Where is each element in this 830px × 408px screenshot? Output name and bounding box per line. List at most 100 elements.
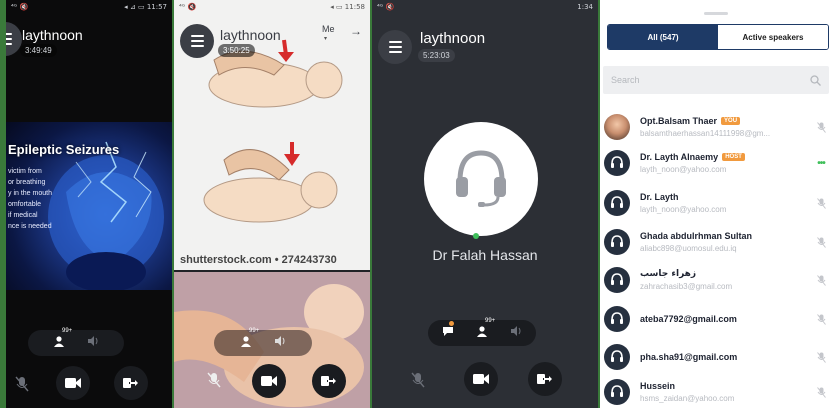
participant-count: 99+ bbox=[249, 328, 260, 334]
speaker-icon[interactable] bbox=[87, 334, 99, 352]
leave-button[interactable] bbox=[528, 362, 562, 396]
headset-icon bbox=[456, 150, 506, 207]
mic-muted-icon[interactable] bbox=[408, 370, 428, 390]
video-button[interactable] bbox=[252, 364, 286, 398]
participant-row[interactable]: Dr. Layth layth_noon@yahoo.com bbox=[602, 185, 830, 221]
watermark: shutterstock.com • 274243730 bbox=[180, 254, 337, 266]
participant-email: balsamthaerhassan14111998@gm... bbox=[640, 129, 771, 138]
participant-name: ateba7792@gmail.com bbox=[640, 314, 737, 324]
drag-handle[interactable] bbox=[704, 12, 728, 15]
leave-button[interactable] bbox=[312, 364, 346, 398]
headset-icon bbox=[611, 196, 623, 208]
avatar bbox=[604, 306, 630, 332]
mic-muted-icon[interactable] bbox=[814, 351, 828, 363]
participant-row[interactable]: ateba7792@gmail.com bbox=[602, 301, 830, 337]
status-bar: ⁴ᴳ 🔇 1:34 bbox=[377, 3, 593, 11]
chat-icon[interactable] bbox=[442, 321, 454, 342]
mic-muted-icon[interactable] bbox=[204, 370, 224, 390]
participant-name: Ghada abdulrhman Sultan bbox=[640, 231, 753, 241]
leave-icon bbox=[321, 376, 337, 386]
screenshot-panel-1: ⁴ᴳ 🔇 ◂ ⊿ ▭ 11:57 laythnoon 3:49:49 Epile… bbox=[6, 0, 172, 408]
people-icon: 99+ bbox=[476, 318, 495, 342]
mic-muted-icon[interactable] bbox=[814, 313, 828, 325]
tab-active-speakers[interactable]: Active speakers bbox=[718, 25, 828, 49]
headset-icon bbox=[611, 156, 623, 168]
speaker-icon[interactable] bbox=[510, 324, 522, 342]
participant-count: 99+ bbox=[62, 328, 73, 334]
participant-row[interactable]: Dr. Layth Alnaemy HOST layth_noon@yahoo.c… bbox=[602, 145, 830, 181]
participants-pill[interactable]: 99+ bbox=[428, 318, 536, 346]
video-icon bbox=[473, 374, 489, 384]
participant-email: layth_noon@yahoo.com bbox=[640, 205, 727, 214]
people-icon: 99+ bbox=[53, 328, 72, 352]
me-dropdown[interactable]: ▾ bbox=[324, 35, 327, 42]
headset-icon bbox=[611, 385, 623, 397]
slide-line: omfortable bbox=[8, 201, 42, 208]
participant-row[interactable]: Opt.Balsam Thaer YOU balsamthaerhassan141… bbox=[602, 109, 830, 145]
participants-panel: All (547) Active speakers Search Opt.Bal… bbox=[600, 0, 830, 408]
status-bar: ⁴ᴳ 🔇 ◂ ▭ 11:58 bbox=[179, 3, 365, 11]
participant-name: Dr. Layth bbox=[640, 192, 679, 202]
mic-muted-icon[interactable] bbox=[12, 374, 32, 394]
active-indicator bbox=[473, 233, 479, 239]
participant-name: Opt.Balsam Thaer bbox=[640, 116, 718, 126]
status-right: ◂ ⊿ ▭ 11:57 bbox=[124, 3, 167, 11]
search-input[interactable]: Search bbox=[603, 66, 829, 94]
participants-pill[interactable]: 99+ bbox=[214, 328, 312, 356]
avatar bbox=[604, 267, 630, 293]
status-left: ⁴ᴳ 🔇 bbox=[11, 3, 29, 11]
headset-icon bbox=[611, 273, 623, 285]
screenshot-panel-3: ⁴ᴳ 🔇 1:34 laythnoon 5:23:03 Dr Falah Hass… bbox=[372, 0, 598, 408]
mic-muted-icon[interactable] bbox=[814, 386, 828, 398]
speaker-name: Dr Falah Hassan bbox=[432, 247, 538, 263]
speaker-icon[interactable] bbox=[274, 334, 286, 352]
video-icon bbox=[261, 376, 277, 386]
headset-icon bbox=[611, 312, 623, 324]
headset-icon bbox=[611, 350, 623, 362]
menu-button[interactable] bbox=[378, 30, 412, 64]
speaking-indicator-icon: ••• bbox=[817, 157, 825, 169]
avatar bbox=[604, 190, 630, 216]
people-icon: 99+ bbox=[240, 328, 259, 352]
avatar bbox=[604, 150, 630, 176]
participant-email: zahrachasib3@gmail.com bbox=[640, 282, 733, 291]
participant-row[interactable]: Hussein hsms_zaidan@yahoo.com bbox=[602, 374, 830, 408]
participant-row[interactable]: Ghada abdulrhman Sultan aliabc898@uomosu… bbox=[602, 224, 830, 260]
meeting-timer: 3:50:25 bbox=[218, 44, 255, 57]
shared-slide: Epileptic Seizures victim from or breath… bbox=[6, 122, 172, 290]
slide-line: victim from bbox=[8, 168, 42, 175]
participant-row[interactable]: زهراء جاسب zahrachasib3@gmail.com bbox=[602, 262, 830, 298]
avatar bbox=[604, 114, 630, 140]
mic-muted-icon[interactable] bbox=[814, 121, 828, 133]
participant-row[interactable]: pha.sha91@gmail.com bbox=[602, 339, 830, 375]
avatar bbox=[604, 229, 630, 255]
status-bar: ⁴ᴳ 🔇 ◂ ⊿ ▭ 11:57 bbox=[6, 0, 172, 14]
search-icon[interactable] bbox=[810, 74, 821, 86]
mic-muted-icon[interactable] bbox=[814, 274, 828, 286]
screenshot-panel-2: shutterstock.com • 274243730 ⁴ᴳ 🔇 ◂ ▭ 11:… bbox=[174, 0, 370, 408]
tab-all[interactable]: All (547) bbox=[608, 25, 718, 49]
video-button[interactable] bbox=[56, 366, 90, 400]
headset-icon bbox=[611, 235, 623, 247]
participant-email: hsms_zaidan@yahoo.com bbox=[640, 394, 735, 403]
participants-pill[interactable]: 99+ bbox=[28, 328, 124, 356]
search-placeholder: Search bbox=[611, 75, 640, 85]
leave-icon bbox=[123, 378, 139, 388]
slide-line: or breathing bbox=[8, 179, 46, 186]
participant-tabs: All (547) Active speakers bbox=[607, 24, 829, 50]
slide-line: nce is needed bbox=[8, 223, 52, 230]
participant-email: aliabc898@uomosul.edu.iq bbox=[640, 244, 737, 253]
participant-name: زهراء جاسب bbox=[640, 269, 697, 279]
slide-line: y in the mouth bbox=[8, 190, 52, 197]
mic-muted-icon[interactable] bbox=[814, 236, 828, 248]
menu-button[interactable] bbox=[180, 24, 214, 58]
leave-button[interactable] bbox=[114, 366, 148, 400]
arrow-right-icon[interactable]: → bbox=[350, 24, 362, 38]
meeting-title: laythnoon bbox=[22, 27, 83, 43]
video-button[interactable] bbox=[464, 362, 498, 396]
leave-icon bbox=[537, 374, 553, 384]
speaker-avatar bbox=[424, 122, 538, 236]
slide-text: victim from or breathing y in the mouth … bbox=[8, 166, 68, 232]
mic-muted-icon[interactable] bbox=[814, 197, 828, 209]
participant-name: Hussein bbox=[640, 381, 676, 391]
